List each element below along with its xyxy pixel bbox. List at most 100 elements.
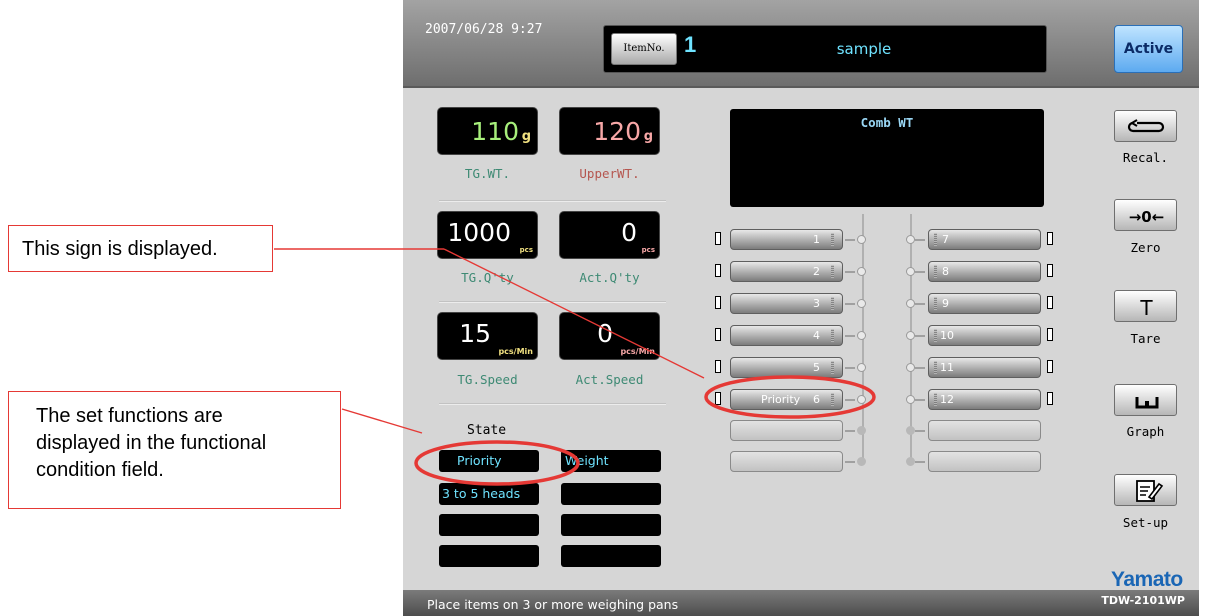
pan-slot-empty — [928, 451, 1041, 472]
function-callout-line-1: The set functions are — [36, 405, 223, 427]
recal-button[interactable] — [1114, 110, 1177, 142]
target-weight-display: 110 g — [438, 108, 537, 154]
tare-button[interactable]: T — [1114, 290, 1177, 322]
pan-6-number: 6 — [813, 393, 820, 406]
pan-8[interactable]: 8 — [928, 261, 1041, 282]
pan-1-indicator — [715, 232, 721, 245]
zero-icon: →0← — [1129, 208, 1165, 226]
pan-4-node — [857, 331, 866, 340]
status-message: Place items on 3 or more weighing pans — [427, 597, 679, 612]
sign-callout: This sign is displayed. — [8, 225, 273, 272]
pan-6[interactable]: Priority 6 — [730, 389, 843, 410]
state-field-7 — [439, 545, 539, 567]
weigher-screen: 2007/06/28 9:27 ItemNo. 1 sample Active … — [403, 0, 1199, 616]
pan-5[interactable]: 5 — [730, 357, 843, 378]
connector — [845, 303, 855, 305]
pan-2[interactable]: 2 — [730, 261, 843, 282]
pan-5-node — [857, 363, 866, 372]
target-weight-label: TG.WT. — [464, 166, 511, 181]
setup-label: Set-up — [1122, 515, 1169, 530]
pan-11[interactable]: 11 — [928, 357, 1041, 378]
upper-weight-display: 120 g — [560, 108, 659, 154]
pan-9[interactable]: 9 — [928, 293, 1041, 314]
pan-grip — [831, 393, 834, 406]
pan-9-node — [906, 299, 915, 308]
datetime: 2007/06/28 9:27 — [425, 22, 543, 37]
connector — [915, 430, 925, 432]
status-bar: Place items on 3 or more weighing pans T… — [403, 590, 1199, 616]
pan-8-number: 8 — [942, 265, 949, 278]
pan-grip — [934, 361, 937, 374]
pan-7-indicator — [1047, 232, 1053, 245]
connector — [845, 335, 855, 337]
pan-3[interactable]: 3 — [730, 293, 843, 314]
pan-10-indicator — [1047, 328, 1053, 341]
target-quantity-display: 1000 pcs — [438, 212, 537, 258]
upper-weight-value: 120 — [593, 117, 641, 146]
pan-1[interactable]: 1 — [730, 229, 843, 250]
graph-label: Graph — [1126, 424, 1165, 439]
target-speed-value: 15 — [459, 319, 491, 348]
recalibrate-icon — [1127, 119, 1165, 133]
connector — [915, 303, 925, 305]
pan-9-indicator — [1047, 296, 1053, 309]
header-bar: 2007/06/28 9:27 ItemNo. 1 sample Active — [403, 0, 1199, 88]
pan-5-indicator — [715, 360, 721, 373]
upper-weight-unit: g — [643, 129, 653, 144]
actual-quantity-display: 0 pcs — [560, 212, 659, 258]
actual-quantity-value: 0 — [621, 218, 637, 247]
pan-4[interactable]: 4 — [730, 325, 843, 346]
zero-label: Zero — [1130, 240, 1161, 255]
pan-grip — [934, 329, 937, 342]
pan-2-indicator — [715, 264, 721, 277]
pan-10[interactable]: 10 — [928, 325, 1041, 346]
state-field-8 — [561, 545, 661, 567]
connector — [915, 461, 925, 463]
setup-button[interactable] — [1114, 474, 1177, 506]
connector — [915, 271, 925, 273]
state-field-1: Priority — [439, 450, 539, 472]
pan-11-number: 11 — [940, 361, 954, 374]
pan-12-node — [906, 395, 915, 404]
actual-quantity-unit: pcs — [641, 246, 655, 254]
connector — [845, 271, 855, 273]
graph-icon — [1135, 397, 1159, 409]
pan-12-number: 12 — [940, 393, 954, 406]
target-weight-value: 110 — [471, 117, 519, 146]
pan-7-node — [906, 235, 915, 244]
item-no-button[interactable]: ItemNo. — [611, 33, 677, 65]
brand-logo: Yamato — [1111, 568, 1183, 591]
connector — [845, 239, 855, 241]
function-callout-line-3: condition field. — [36, 459, 164, 481]
target-speed-display: 15 pcs/Min — [438, 313, 537, 359]
pan-2-node — [857, 267, 866, 276]
pan-slot-node — [857, 426, 866, 435]
pan-11-node — [906, 363, 915, 372]
divider — [439, 200, 666, 202]
pan-grip — [831, 233, 834, 246]
pan-7[interactable]: 7 — [928, 229, 1041, 250]
graph-button[interactable] — [1114, 384, 1177, 416]
pan-slot-node — [906, 426, 915, 435]
setup-edit-icon — [1136, 480, 1164, 502]
pan-grip — [934, 393, 937, 406]
target-speed-label: TG.Speed — [457, 372, 518, 387]
connector — [845, 399, 855, 401]
pan-6-node — [857, 395, 866, 404]
pan-grip — [934, 233, 937, 246]
zero-button[interactable]: →0← — [1114, 199, 1177, 231]
function-callout-line-2: displayed in the functional — [36, 432, 267, 454]
pan-grip — [831, 265, 834, 278]
pan-8-node — [906, 267, 915, 276]
target-quantity-unit: pcs — [519, 246, 533, 254]
pan-grip — [831, 297, 834, 310]
pan-grip — [934, 297, 937, 310]
pan-2-number: 2 — [813, 265, 820, 278]
svg-text:→0←: →0← — [1129, 208, 1165, 226]
model-name: TDW-2101WP — [1101, 594, 1185, 607]
active-button[interactable]: Active — [1114, 25, 1183, 73]
pan-12[interactable]: 12 — [928, 389, 1041, 410]
upper-weight-label: UpperWT. — [579, 166, 640, 181]
target-weight-unit: g — [521, 129, 531, 144]
connector — [845, 430, 855, 432]
